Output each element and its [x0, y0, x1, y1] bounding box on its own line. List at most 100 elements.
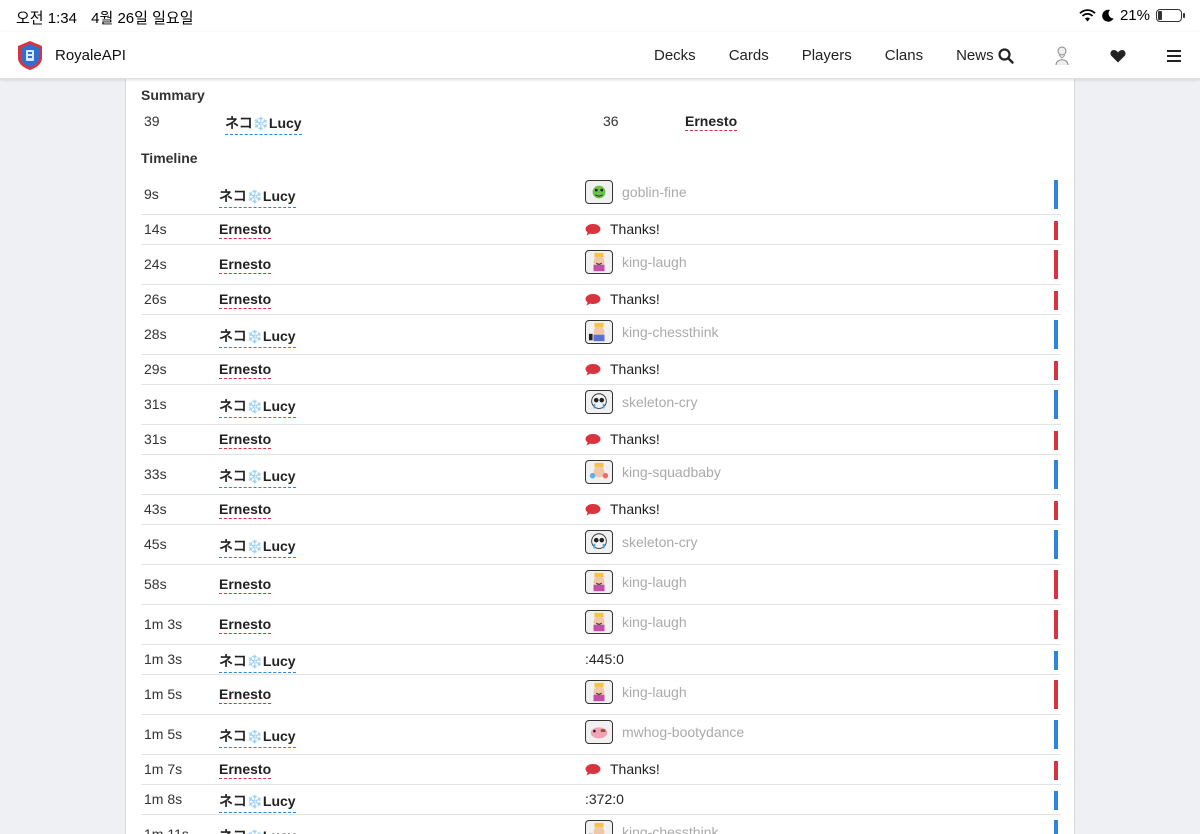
blue-team-indicator	[1054, 820, 1058, 834]
timeline-row: 58s Ernesto king-laugh	[141, 565, 1061, 605]
timeline-player-link[interactable]: ネコ❄️Lucy	[219, 186, 296, 208]
summary-right-player[interactable]: Ernesto	[685, 113, 738, 131]
timeline-time: 1m 3s	[144, 616, 183, 632]
emote-name: skeleton-cry	[622, 394, 698, 410]
summary-left-player[interactable]: ネコ❄️Lucy	[225, 113, 302, 135]
nav-icons	[995, 45, 1200, 67]
timeline-row: 43s Ernesto Thanks!	[141, 495, 1061, 525]
snowflake-icon: ❄️	[252, 116, 269, 131]
timeline-player-link[interactable]: ネコ❄️Lucy	[219, 466, 296, 488]
timeline-player-link[interactable]: Ernesto	[219, 431, 272, 449]
battery-percent: 21%	[1119, 7, 1150, 24]
timeline-player-link[interactable]: Ernesto	[219, 361, 272, 379]
king-chessthink-emote-icon	[585, 320, 613, 344]
summary-left-score: 39	[144, 113, 160, 129]
red-team-indicator	[1054, 250, 1058, 279]
timeline-player-link[interactable]: ネコ❄️Lucy	[219, 396, 296, 418]
timeline-content: Thanks!	[585, 221, 660, 237]
timeline-time: 31s	[144, 396, 167, 412]
timeline-row: 1m 5s Ernesto king-laugh	[141, 675, 1061, 715]
timeline-time: 28s	[144, 326, 167, 342]
timeline-content: skeleton-cry	[585, 390, 697, 414]
player-name-suffix: Lucy	[263, 828, 296, 834]
timeline-player-link[interactable]: Ernesto	[219, 256, 272, 274]
timeline-player-link[interactable]: ネコ❄️Lucy	[219, 826, 296, 834]
brand-name[interactable]: RoyaleAPI	[55, 47, 126, 64]
player-name-prefix: ネコ	[219, 793, 247, 809]
emote-name: skeleton-cry	[622, 534, 698, 550]
timeline-time: 43s	[144, 501, 167, 517]
timeline-row: 1m 11s ネコ❄️Lucy king-chessthink	[141, 815, 1061, 834]
timeline-time: 1m 3s	[144, 651, 183, 667]
timeline-time: 45s	[144, 536, 167, 552]
player-name-suffix: Lucy	[262, 398, 296, 414]
timeline-player-link[interactable]: Ernesto	[219, 221, 272, 239]
king-laugh-emote-icon	[585, 610, 613, 634]
nav-link-decks[interactable]: Decks	[654, 47, 696, 64]
timeline-player-link[interactable]: Ernesto	[219, 616, 272, 634]
chat-bubble-icon	[585, 503, 601, 516]
emote-name: king-laugh	[622, 574, 687, 590]
snowflake-icon: ❄️	[246, 654, 263, 669]
timeline-player-link[interactable]: Ernesto	[219, 291, 272, 309]
player-name-prefix: ネコ	[219, 538, 247, 554]
emote-name: king-chessthink	[622, 824, 719, 834]
snowflake-icon: ❄️	[246, 329, 263, 344]
menu-button[interactable]	[1163, 45, 1185, 67]
status-left: 오전 1:34 4월 26일 일요일	[16, 7, 204, 28]
goblin-fine-emote-icon	[585, 180, 613, 204]
emote-name: mwhog-bootydance	[622, 724, 745, 740]
timeline-player-link[interactable]: ネコ❄️Lucy	[219, 536, 296, 558]
summary-right-score: 36	[603, 113, 619, 129]
user-avatar-button[interactable]	[1051, 45, 1073, 67]
timeline-player-link[interactable]: ネコ❄️Lucy	[219, 651, 296, 673]
timeline-content: mwhog-bootydance	[585, 720, 744, 744]
nav-link-news[interactable]: News	[956, 47, 994, 64]
blue-team-indicator	[1054, 530, 1058, 559]
status-right: 21%	[1079, 7, 1185, 24]
timeline-player-link[interactable]: Ernesto	[219, 686, 272, 704]
player-name-suffix: Lucy	[262, 728, 296, 744]
emote-name: king-squadbaby	[622, 464, 721, 480]
timeline-title: Timeline	[141, 150, 198, 166]
timeline-content: goblin-fine	[585, 180, 687, 204]
timeline-row: 1m 8s ネコ❄️Lucy:372:0	[141, 785, 1061, 815]
favorites-button[interactable]	[1107, 45, 1129, 67]
heart-icon	[1110, 50, 1126, 63]
royaleapi-logo-icon[interactable]	[16, 40, 44, 71]
player-name-suffix: Lucy	[262, 188, 296, 204]
nav-link-players[interactable]: Players	[802, 47, 852, 64]
nav-link-cards[interactable]: Cards	[729, 47, 769, 64]
timeline-player-link[interactable]: Ernesto	[219, 576, 272, 594]
chat-message: Thanks!	[610, 501, 660, 517]
timeline-player-link[interactable]: ネコ❄️Lucy	[219, 791, 296, 813]
emote-name: king-laugh	[622, 684, 687, 700]
timeline-time: 14s	[144, 221, 167, 237]
timeline-time: 1m 11s	[144, 826, 189, 834]
red-team-indicator	[1054, 680, 1058, 709]
timeline-time: 31s	[144, 431, 167, 447]
nav-link-clans[interactable]: Clans	[885, 47, 923, 64]
summary-row: 39 ネコ❄️Lucy 36 Ernesto	[141, 113, 1061, 135]
chat-bubble-icon	[585, 763, 601, 776]
timeline-content: Thanks!	[585, 431, 660, 447]
player-name-prefix: ネコ	[219, 328, 247, 344]
blue-team-indicator	[1054, 651, 1058, 670]
timeline-row: 1m 7s Ernesto Thanks!	[141, 755, 1061, 785]
timeline-player-link[interactable]: ネコ❄️Lucy	[219, 726, 296, 748]
mwhog-bootydance-emote-icon	[585, 720, 613, 744]
timeline-row: 9s ネコ❄️Lucy goblin-fine	[141, 175, 1061, 215]
player-name-prefix: ネコ	[219, 468, 247, 484]
timeline-time: 9s	[144, 186, 159, 202]
timeline-player-link[interactable]: ネコ❄️Lucy	[219, 326, 296, 348]
timeline-content: Thanks!	[585, 361, 660, 377]
search-button[interactable]	[995, 45, 1017, 67]
snowflake-icon: ❄️	[246, 539, 263, 554]
timeline-player-link[interactable]: Ernesto	[219, 761, 272, 779]
timeline-content: Thanks!	[585, 761, 660, 777]
menu-icon	[1167, 50, 1181, 62]
timeline-row: 1m 3s ネコ❄️Lucy:445:0	[141, 645, 1061, 675]
timeline-time: 58s	[144, 576, 167, 592]
timeline-player-link[interactable]: Ernesto	[219, 501, 272, 519]
king-laugh-emote-icon	[585, 570, 613, 594]
